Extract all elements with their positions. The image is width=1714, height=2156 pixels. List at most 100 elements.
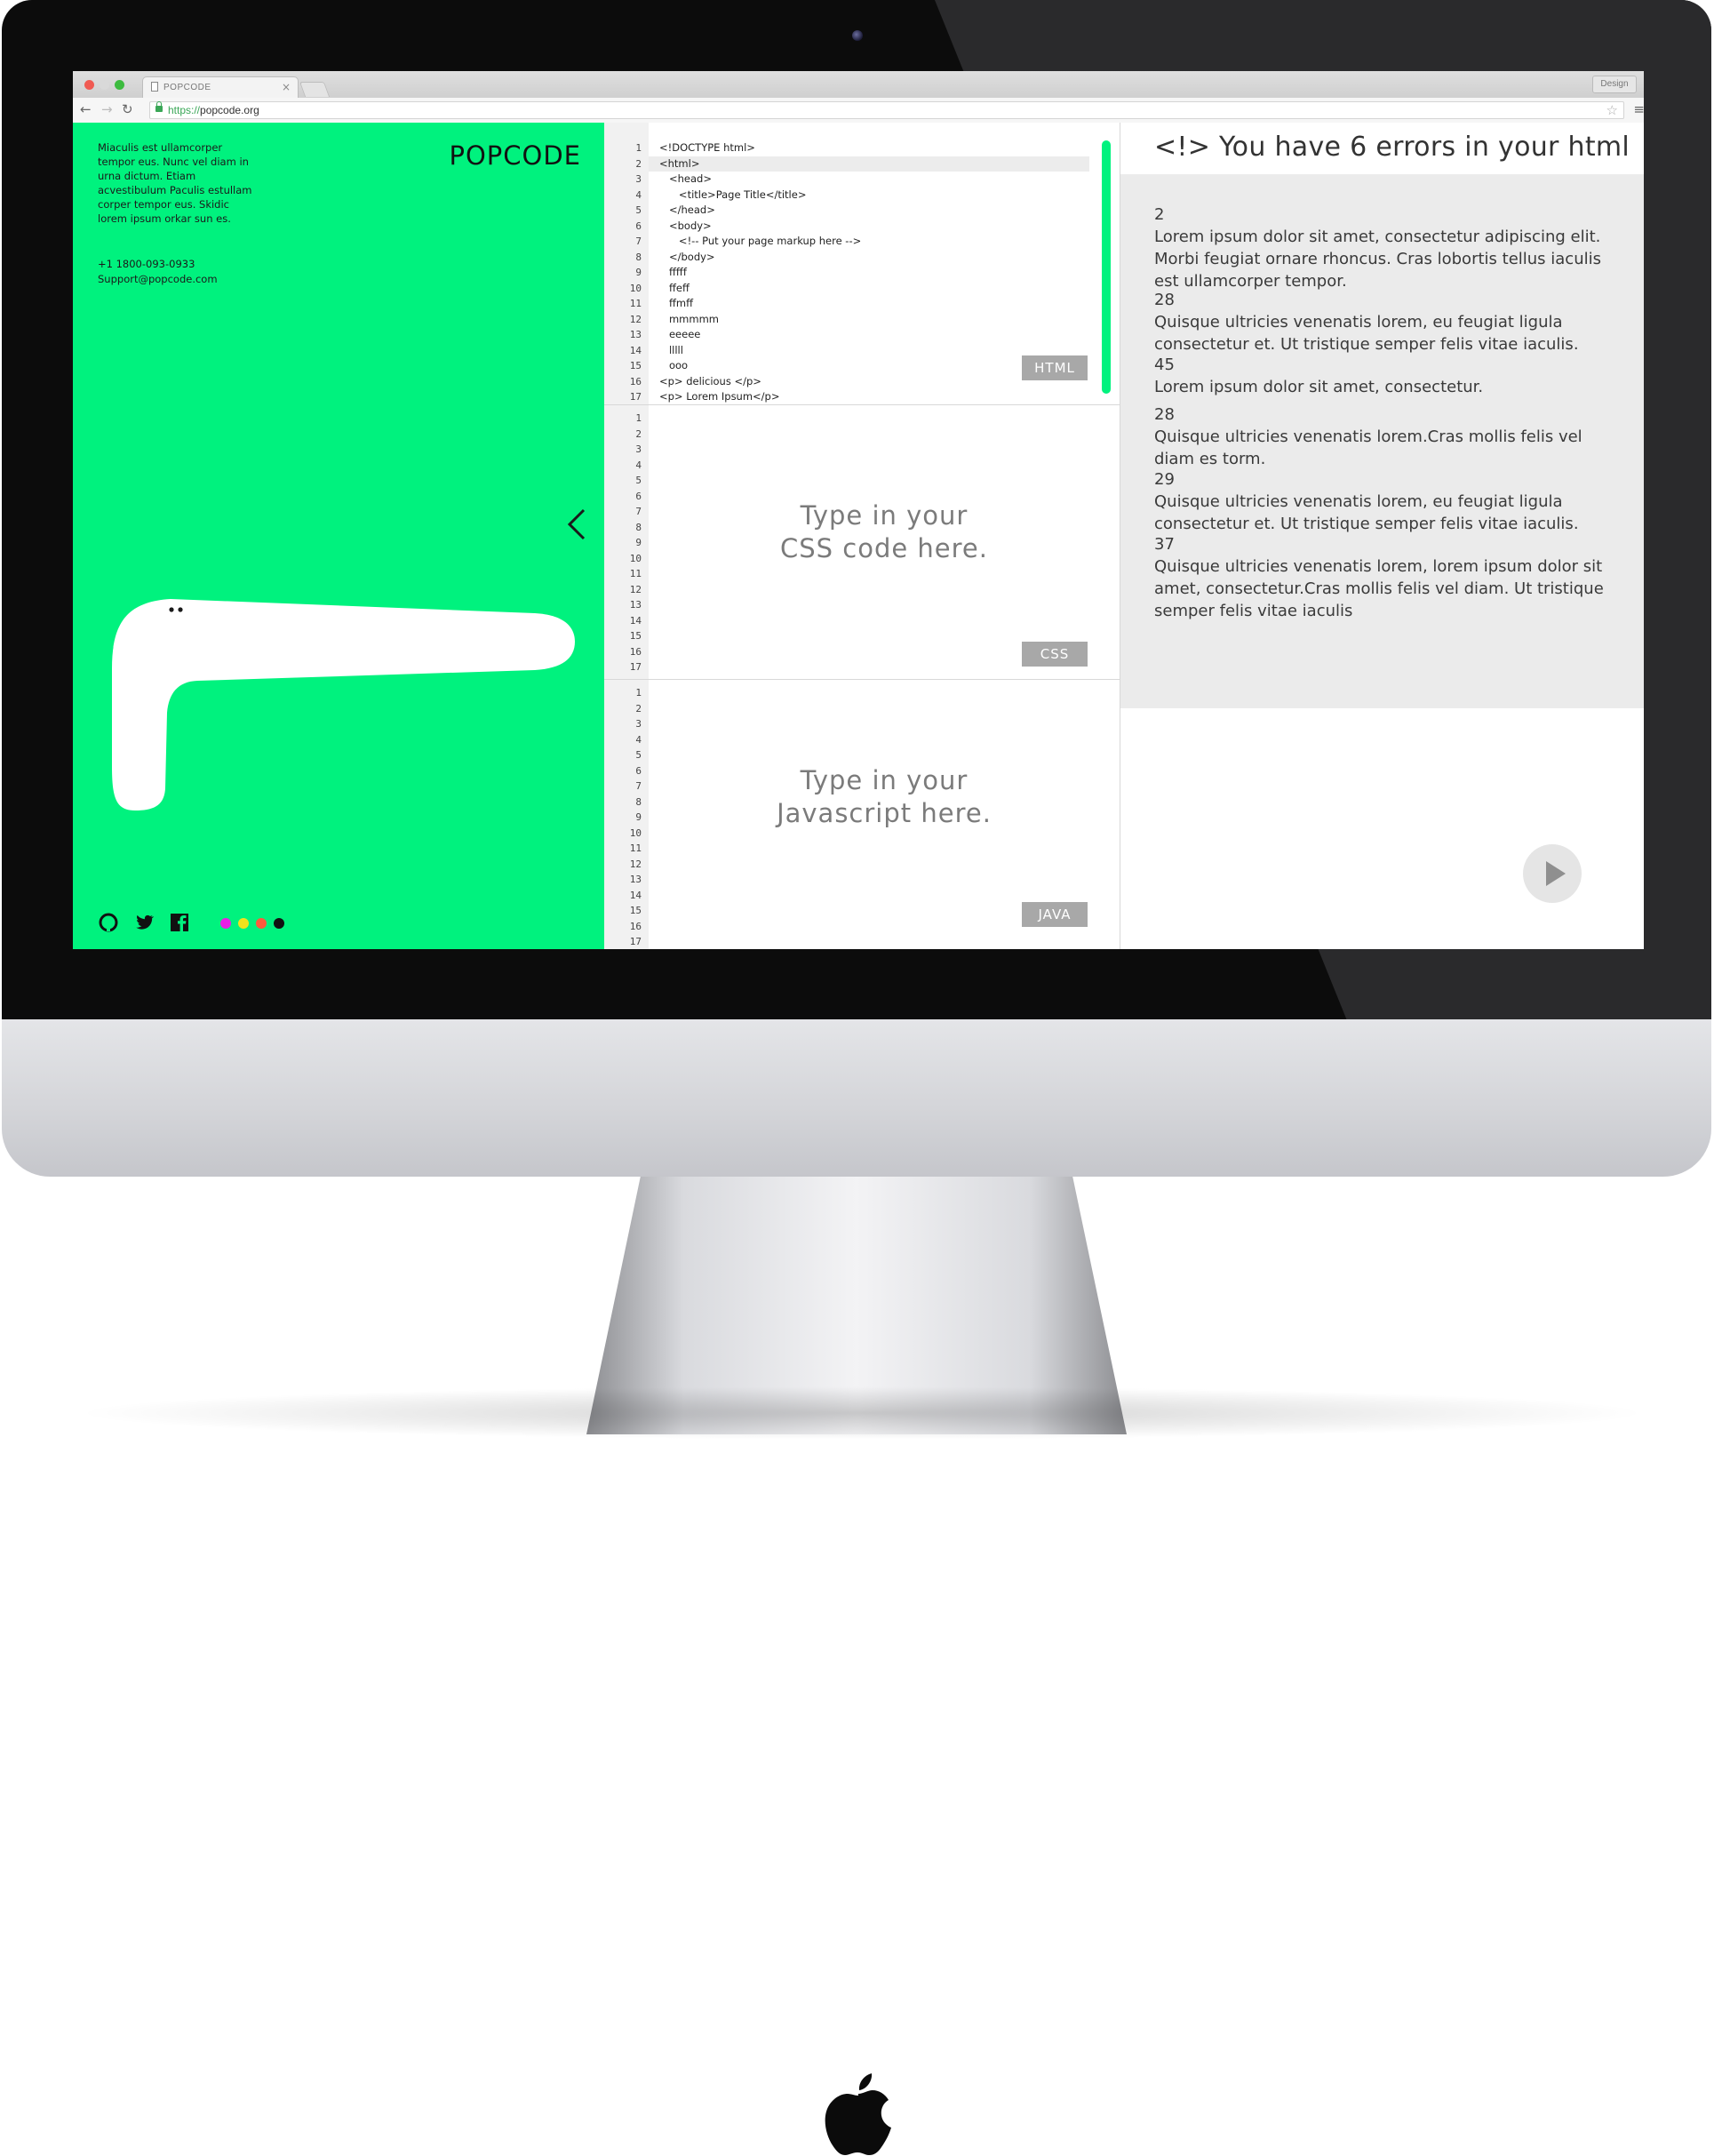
- camera-icon: [852, 30, 863, 41]
- window-close-button[interactable]: [84, 80, 94, 90]
- error-item[interactable]: 37 Quisque ultricies venenatis lorem, lor…: [1154, 533, 1616, 622]
- js-placeholder: Type in your Javascript here.: [649, 764, 1120, 830]
- error-item[interactable]: 2 Lorem ipsum dolor sit amet, consectetur…: [1154, 204, 1616, 292]
- code-line[interactable]: <!DOCTYPE html>: [649, 140, 1089, 156]
- url-text: https://popcode.org: [168, 104, 259, 116]
- code-line[interactable]: ffmff: [649, 296, 1089, 312]
- theme-swatch-orange[interactable]: [256, 918, 267, 929]
- code-line[interactable]: </head>: [649, 203, 1089, 219]
- back-arrow-icon[interactable]: ←: [80, 101, 92, 117]
- line-number: 12: [629, 313, 642, 325]
- line-number: 16: [629, 920, 642, 932]
- menu-icon[interactable]: ≡: [1633, 101, 1644, 117]
- line-number: 7: [635, 780, 642, 792]
- css-placeholder-line1: Type in your: [800, 500, 969, 531]
- error-item[interactable]: 28 Quisque ultricies venenatis lorem.Cras…: [1154, 403, 1616, 470]
- line-number: 14: [629, 889, 642, 901]
- line-number: 12: [629, 858, 642, 870]
- github-icon[interactable]: [98, 912, 119, 933]
- code-line[interactable]: <p> Lorem Ipsum</p>: [649, 389, 1089, 404]
- error-header: <!> You have 6 errors in your html: [1120, 123, 1644, 175]
- code-line[interactable]: ffeff: [649, 281, 1089, 297]
- css-editor[interactable]: 1 2 3 4 5 6 7 8 9 10 11 12 13 14 15 16 17 Type in your C…: [604, 405, 1120, 680]
- code-line[interactable]: fffff: [649, 265, 1089, 281]
- collapse-sidebar-chevron-icon[interactable]: [566, 507, 587, 542]
- code-line[interactable]: <body>: [649, 219, 1089, 235]
- support-phone[interactable]: +1 1800-093-0933: [98, 258, 195, 270]
- code-line[interactable]: <html>: [649, 156, 1089, 172]
- bookmark-star-icon[interactable]: ☆: [1606, 102, 1618, 118]
- line-number: 7: [635, 506, 642, 517]
- browser-tab[interactable]: POPCODE ×: [142, 76, 299, 98]
- code-line[interactable]: </body>: [649, 250, 1089, 266]
- browser-toolbar: ← → ↻ https://popcode.org ☆ ≡: [73, 98, 1644, 124]
- line-number: 2: [635, 427, 642, 440]
- error-message: Quisque ultricies venenatis lorem, eu fe…: [1154, 313, 1579, 354]
- css-placeholder: Type in your CSS code here.: [649, 499, 1120, 565]
- error-summary-title: <!> You have 6 errors in your html: [1154, 132, 1630, 163]
- play-icon[interactable]: [1523, 844, 1582, 903]
- js-language-badge: JAVA: [1022, 902, 1088, 927]
- code-line[interactable]: <!-- Put your page markup here -->: [649, 234, 1089, 250]
- line-number: 16: [629, 645, 642, 658]
- error-line-number: 2: [1154, 205, 1165, 224]
- html-editor[interactable]: 1 2 3 4 5 6 7 8 9 10 11 12 13 14 15 16 17 <!DOCTYPE html…: [604, 123, 1120, 405]
- new-tab-button[interactable]: [299, 82, 331, 97]
- twitter-icon[interactable]: [133, 912, 155, 933]
- line-number: 15: [629, 360, 642, 371]
- line-number: 10: [629, 826, 642, 839]
- window-minimize-button[interactable]: [100, 80, 109, 90]
- line-number: 8: [635, 251, 642, 263]
- error-item[interactable]: 28 Quisque ultricies venenatis lorem, eu …: [1154, 289, 1616, 355]
- line-number: 1: [635, 412, 642, 424]
- line-number: 5: [635, 749, 642, 761]
- line-number: 14: [629, 614, 642, 627]
- window-zoom-button[interactable]: [115, 80, 124, 90]
- theme-swatch-yellow[interactable]: [238, 918, 249, 929]
- line-number: 13: [629, 874, 642, 885]
- line-number: 10: [629, 552, 642, 564]
- error-item[interactable]: 45 Lorem ipsum dolor sit amet, consectetu…: [1154, 354, 1616, 398]
- js-placeholder-line1: Type in your: [800, 765, 969, 795]
- support-email[interactable]: Support@popcode.com: [98, 273, 218, 285]
- apple-logo-icon: [825, 2073, 891, 2155]
- line-number: 5: [635, 204, 642, 216]
- error-message: Quisque ultricies venenatis lorem, lorem…: [1154, 557, 1604, 620]
- error-list: 2 Lorem ipsum dolor sit amet, consectetur…: [1120, 175, 1644, 708]
- line-number: 2: [635, 157, 642, 170]
- lock-icon: [155, 101, 163, 112]
- editor-scrollbar[interactable]: [1102, 140, 1111, 394]
- line-number: 4: [635, 733, 642, 746]
- theme-swatch-magenta[interactable]: [220, 918, 231, 929]
- line-number: 13: [629, 599, 642, 611]
- page-icon: [151, 82, 158, 92]
- reload-icon[interactable]: ↻: [122, 101, 133, 117]
- code-line[interactable]: eeeee: [649, 327, 1089, 343]
- facebook-icon[interactable]: [169, 912, 190, 933]
- stand-shadow: [71, 1386, 1653, 1440]
- line-number: 6: [635, 490, 642, 502]
- error-message: Lorem ipsum dolor sit amet, consectetur …: [1154, 228, 1601, 291]
- code-line[interactable]: <title>Page Title</title>: [649, 188, 1089, 204]
- line-number-gutter: 1 2 3 4 5 6 7 8 9 10 11 12 13 14 15 16 17: [604, 123, 649, 404]
- profile-button[interactable]: Design: [1592, 76, 1637, 93]
- code-line[interactable]: mmmmm: [649, 312, 1089, 328]
- line-number: 1: [635, 142, 642, 154]
- line-number: 8: [635, 521, 642, 533]
- error-message: Quisque ultricies venenatis lorem.Cras m…: [1154, 427, 1582, 468]
- line-number: 6: [635, 220, 642, 232]
- about-text: Miaculis est ullamcorper tempor eus. Nun…: [98, 141, 252, 225]
- line-number: 7: [635, 236, 642, 247]
- js-editor[interactable]: 1 2 3 4 5 6 7 8 9 10 11 12 13 14 15 16 17 Type in your J…: [604, 680, 1120, 949]
- editors-column: 1 2 3 4 5 6 7 8 9 10 11 12 13 14 15 16 17 <!DOCTYPE html…: [604, 123, 1120, 949]
- line-number: 16: [629, 375, 642, 387]
- code-line[interactable]: <head>: [649, 172, 1089, 188]
- tab-close-icon[interactable]: ×: [282, 81, 291, 93]
- line-number: 2: [635, 702, 642, 715]
- line-number: 17: [629, 391, 642, 403]
- forward-arrow-icon[interactable]: →: [101, 101, 113, 117]
- theme-swatch-black[interactable]: [274, 918, 284, 929]
- error-item[interactable]: 29 Quisque ultricies venenatis lorem, eu …: [1154, 468, 1616, 535]
- error-line-number: 28: [1154, 405, 1175, 424]
- address-bar[interactable]: https://popcode.org ☆ ≡: [149, 101, 1644, 119]
